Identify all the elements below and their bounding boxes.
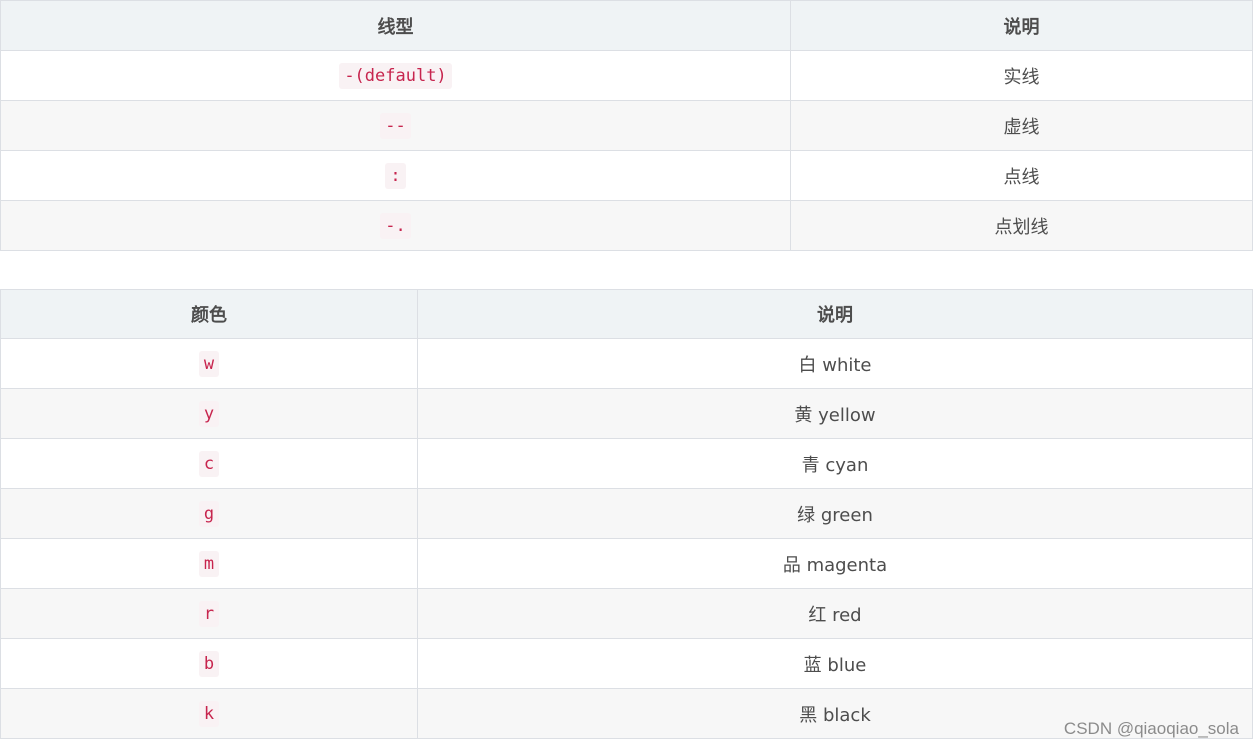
linestyle-code: -- (380, 112, 411, 139)
linestyle-code: -. (380, 212, 411, 239)
watermark: CSDN @qiaoqiao_sola (1063, 719, 1239, 738)
color-code: m (198, 550, 220, 577)
color-code: g (198, 500, 220, 527)
linestyle-code: -(default) (339, 62, 452, 89)
linestyle-code: : (385, 162, 406, 189)
color-code: b (198, 650, 220, 677)
header-linestyle: 线型 (0, 0, 791, 51)
linestyle-description: 点划线 (790, 200, 1253, 251)
linestyle-header-row: 线型 说明 (0, 0, 1253, 51)
color-description: 黄 yellow (417, 388, 1253, 439)
color-code: w (198, 350, 220, 377)
table-row: -- 虚线 (0, 100, 1253, 151)
table-row: : 点线 (0, 150, 1253, 201)
linestyle-description: 点线 (790, 150, 1253, 201)
linestyle-description: 实线 (790, 50, 1253, 101)
header-description: 说明 (417, 289, 1253, 339)
color-description: 红 red (417, 588, 1253, 639)
table-row: b 蓝 blue (0, 638, 1253, 689)
header-color: 颜色 (0, 289, 418, 339)
color-description: 蓝 blue (417, 638, 1253, 689)
color-table: 颜色 说明 w 白 white y 黄 yellow c 青 cyan g 绿 … (0, 289, 1253, 739)
color-description: 品 magenta (417, 538, 1253, 589)
table-row: r 红 red (0, 588, 1253, 639)
color-description: 青 cyan (417, 438, 1253, 489)
table-row: m 品 magenta (0, 538, 1253, 589)
color-description: 绿 green (417, 488, 1253, 539)
color-code: r (198, 600, 220, 627)
table-row: g 绿 green (0, 488, 1253, 539)
table-row: y 黄 yellow (0, 388, 1253, 439)
linestyle-description: 虚线 (790, 100, 1253, 151)
color-code: y (198, 400, 220, 427)
linestyle-table: 线型 说明 -(default) 实线 -- 虚线 : 点线 -. 点划线 (0, 0, 1253, 251)
color-code: c (198, 450, 220, 477)
header-description: 说明 (790, 0, 1253, 51)
color-header-row: 颜色 说明 (0, 289, 1253, 339)
table-row: w 白 white (0, 338, 1253, 389)
table-row: c 青 cyan (0, 438, 1253, 489)
color-description: 白 white (417, 338, 1253, 389)
table-row: -. 点划线 (0, 200, 1253, 251)
color-code: k (198, 700, 220, 727)
table-row: -(default) 实线 (0, 50, 1253, 101)
